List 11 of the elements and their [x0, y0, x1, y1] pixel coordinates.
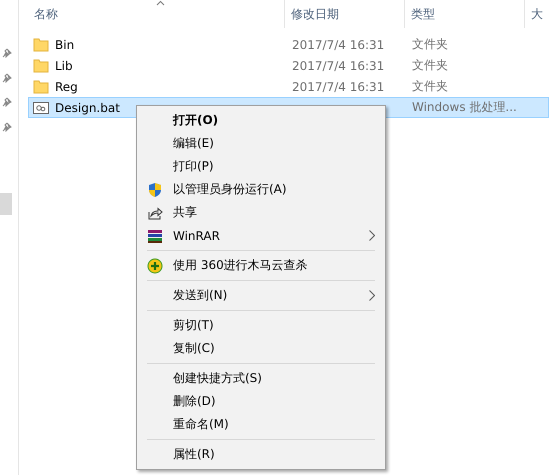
type-cell-text: Windows 批处理...: [411, 99, 518, 116]
date-cell-text: 2017/7/4 16:31: [291, 38, 386, 52]
file-name: Design.bat: [55, 100, 120, 114]
file-name: Lib: [55, 58, 73, 72]
file-name: Bin: [55, 38, 74, 52]
type-cell-text: 文件夹: [411, 57, 449, 74]
file-name: Reg: [55, 80, 78, 94]
type-cell-text: 文件夹: [411, 78, 449, 95]
date-cell-text: 2017/7/4 16:31: [291, 80, 386, 94]
date-cell-text: 2017/7/4 16:31: [291, 58, 386, 72]
type-cell-text: 文件夹: [411, 36, 449, 53]
